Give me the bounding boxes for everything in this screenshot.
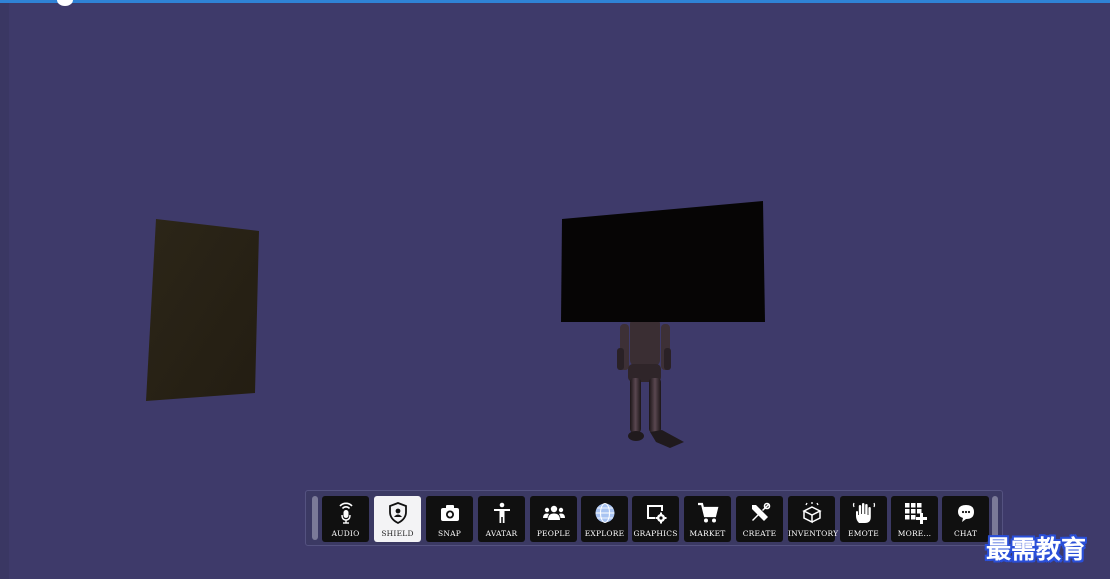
cart-icon [684,499,731,527]
toolbar-button-label: CREATE [742,529,777,538]
toolbar-button-emote[interactable]: EMOTE [840,496,887,542]
hand-wave-icon [840,499,887,527]
people-icon [530,499,577,527]
toolbar-button-label: EXPLORE [584,529,625,538]
toolbar-button-label: INVENTORY [788,529,839,538]
chat-bubble-icon [942,499,989,527]
globe-icon [581,499,628,527]
toolbar-button-chat[interactable]: CHAT [942,496,989,542]
toolbar-button-snap[interactable]: SNAP [426,496,473,542]
toolbar-button-avatar[interactable]: AVATAR [478,496,525,542]
toolbar-button-label: SNAP [438,529,461,538]
toolbar-button-label: PEOPLE [536,529,571,538]
toolbar-button-label: EMOTE [848,529,879,538]
box-icon [788,499,835,527]
shield-icon [374,499,421,527]
toolbar-button-market[interactable]: MARKET [684,496,731,542]
toolbar-button-more[interactable]: MORE... [891,496,938,542]
display-settings-icon [632,499,679,527]
watermark-text: 最需教育 [986,535,1087,564]
bottom-toolbar: AUDIO SHIELD SNAP AVATAR PEOPLE EXPLORE [305,490,1003,546]
toolbar-button-shield[interactable]: SHIELD [374,496,421,542]
tools-icon [736,499,783,527]
left-dark-panel [146,219,259,401]
toolbar-button-label: SHIELD [381,529,414,538]
toolbar-left-handle[interactable] [312,496,318,540]
microphone-icon [322,499,369,527]
toolbar-button-inventory[interactable]: INVENTORY [788,496,839,542]
toolbar-button-people[interactable]: PEOPLE [530,496,577,542]
person-icon [478,499,525,527]
toolbar-button-label: MARKET [689,529,726,538]
toolbar-button-label: AVATAR [485,529,518,538]
toolbar-button-create[interactable]: CREATE [736,496,783,542]
toolbar-button-graphics[interactable]: GRAPHICS [632,496,679,542]
toolbar-button-label: GRAPHICS [633,529,678,538]
toolbar-button-label: CHAT [953,529,978,538]
center-dark-screen [561,201,765,322]
toolbar-button-label: MORE... [897,529,932,538]
grid-plus-icon [891,499,938,527]
camera-icon [426,499,473,527]
toolbar-button-explore[interactable]: EXPLORE [581,496,628,542]
avatar-figure [617,318,684,448]
toolbar-button-label: AUDIO [331,529,360,538]
toolbar-button-audio[interactable]: AUDIO [322,496,369,542]
